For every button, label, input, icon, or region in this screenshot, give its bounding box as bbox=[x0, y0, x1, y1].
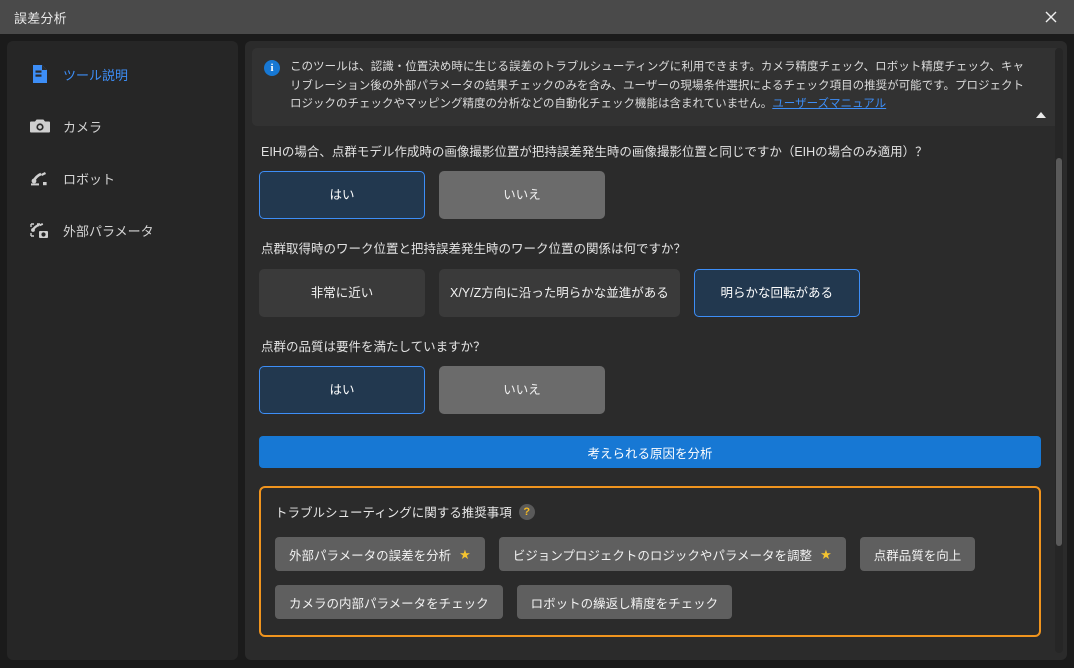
camera-icon bbox=[29, 115, 51, 137]
option-button[interactable]: X/Y/Z方向に沿った明らかな並進がある bbox=[439, 268, 680, 317]
sidebar-item-robot[interactable]: ロボット bbox=[7, 161, 238, 195]
recommendation-row: カメラの内部パラメータをチェック ロボットの繰返し精度をチェック bbox=[275, 585, 1025, 620]
sidebar-item-camera[interactable]: カメラ bbox=[7, 109, 238, 143]
recommendation-label: 点群品質を向上 bbox=[873, 548, 962, 563]
question-label: EIHの場合、点群モデル作成時の画像撮影位置が把持誤差発生時の画像撮影位置と同じ… bbox=[261, 144, 928, 159]
option-button[interactable]: いいえ bbox=[439, 171, 605, 220]
question-label: 点群取得時のワーク位置と把持誤差発生時のワーク位置の関係は何ですか？ bbox=[261, 242, 687, 257]
recommendation-label: ロボットの繰返し精度をチェック bbox=[530, 596, 719, 611]
info-icon: i bbox=[264, 60, 280, 76]
info-banner-body: このツールは、認識・位置決め時に生じる誤差のトラブルシューティングに利用できます… bbox=[290, 61, 1024, 111]
title-bar: 誤差分析 bbox=[0, 0, 1074, 34]
question-options: はい いいえ bbox=[259, 366, 1041, 415]
option-button[interactable]: はい bbox=[259, 171, 425, 220]
recommendation-button[interactable]: 外部パラメータの誤差を分析 ★ bbox=[275, 537, 485, 572]
document-icon bbox=[29, 63, 51, 85]
star-icon: ★ bbox=[820, 546, 832, 562]
recommendation-button[interactable]: ロボットの繰返し精度をチェック bbox=[516, 585, 733, 620]
main-panel: i このツールは、認識・位置決め時に生じる誤差のトラブルシューティングに利用でき… bbox=[245, 41, 1067, 660]
question-label: 点群の品質は要件を満たしていますか？ bbox=[261, 339, 486, 354]
star-icon: ★ bbox=[459, 546, 471, 562]
question-options: はい いいえ bbox=[259, 171, 1041, 220]
scrollbar-track[interactable] bbox=[1055, 48, 1063, 653]
sidebar-item-label: カメラ bbox=[63, 119, 103, 135]
recommendation-label: ビジョンプロジェクトのロジックやパラメータを調整 bbox=[512, 548, 813, 563]
option-button[interactable]: はい bbox=[259, 366, 425, 415]
help-icon[interactable]: ? bbox=[518, 503, 535, 520]
sidebar: ツール説明 カメラ ロボット 外部パラメータ bbox=[7, 41, 238, 660]
option-button[interactable]: 非常に近い bbox=[259, 268, 425, 317]
recommendations-header: トラブルシューティングに関する推奨事項 ? bbox=[275, 502, 1025, 521]
close-button[interactable] bbox=[1028, 0, 1074, 34]
close-icon bbox=[1045, 11, 1057, 23]
scrollbar-thumb[interactable] bbox=[1056, 158, 1062, 546]
sidebar-item-label: ロボット bbox=[63, 171, 116, 187]
sidebar-item-label: 外部パラメータ bbox=[63, 223, 154, 239]
option-button[interactable]: いいえ bbox=[439, 366, 605, 415]
sidebar-item-tool-description[interactable]: ツール説明 bbox=[7, 57, 238, 91]
extrinsic-parameters-icon bbox=[29, 219, 51, 241]
recommendation-button[interactable]: ビジョンプロジェクトのロジックやパラメータを調整 ★ bbox=[498, 537, 846, 572]
option-button[interactable]: 明らかな回転がある bbox=[693, 268, 860, 317]
chevron-up-icon[interactable] bbox=[1034, 110, 1048, 120]
recommendation-button[interactable]: カメラの内部パラメータをチェック bbox=[275, 585, 503, 620]
recommendation-row: 外部パラメータの誤差を分析 ★ ビジョンプロジェクトのロジックやパラメータを調整… bbox=[275, 537, 1025, 572]
recommendation-label: カメラの内部パラメータをチェック bbox=[289, 596, 489, 611]
recommendation-label: 外部パラメータの誤差を分析 bbox=[289, 548, 452, 563]
window-body: ツール説明 カメラ ロボット 外部パラメータ i このツールは、認識・位置決め時… bbox=[0, 34, 1074, 668]
analyze-causes-button[interactable]: 考えられる原因を分析 bbox=[259, 436, 1041, 469]
info-banner-text: このツールは、認識・位置決め時に生じる誤差のトラブルシューティングに利用できます… bbox=[290, 58, 1048, 114]
recommendations-title: トラブルシューティングに関する推奨事項 bbox=[275, 506, 512, 521]
scrollable-content: EIHの場合、点群モデル作成時の画像撮影位置が把持誤差発生時の画像撮影位置と同じ… bbox=[245, 126, 1067, 660]
recommendation-button[interactable]: 点群品質を向上 bbox=[859, 537, 976, 572]
error-analysis-window: 誤差分析 ツール説明 カメラ ロボット 外部パラメータ i このツールは、認識・… bbox=[0, 0, 1074, 668]
recommendations-panel: トラブルシューティングに関する推奨事項 ? 外部パラメータの誤差を分析 ★ ビジ… bbox=[259, 486, 1041, 638]
question-options: 非常に近い X/Y/Z方向に沿った明らかな並進がある 明らかな回転がある bbox=[259, 268, 1041, 317]
info-banner: i このツールは、認識・位置決め時に生じる誤差のトラブルシューティングに利用でき… bbox=[252, 48, 1060, 126]
robot-arm-icon bbox=[29, 167, 51, 189]
sidebar-item-extrinsic-parameters[interactable]: 外部パラメータ bbox=[7, 213, 238, 247]
users-manual-link[interactable]: ユーザーズマニュアル bbox=[772, 98, 886, 110]
sidebar-item-label: ツール説明 bbox=[63, 67, 129, 83]
window-title: 誤差分析 bbox=[14, 10, 67, 26]
